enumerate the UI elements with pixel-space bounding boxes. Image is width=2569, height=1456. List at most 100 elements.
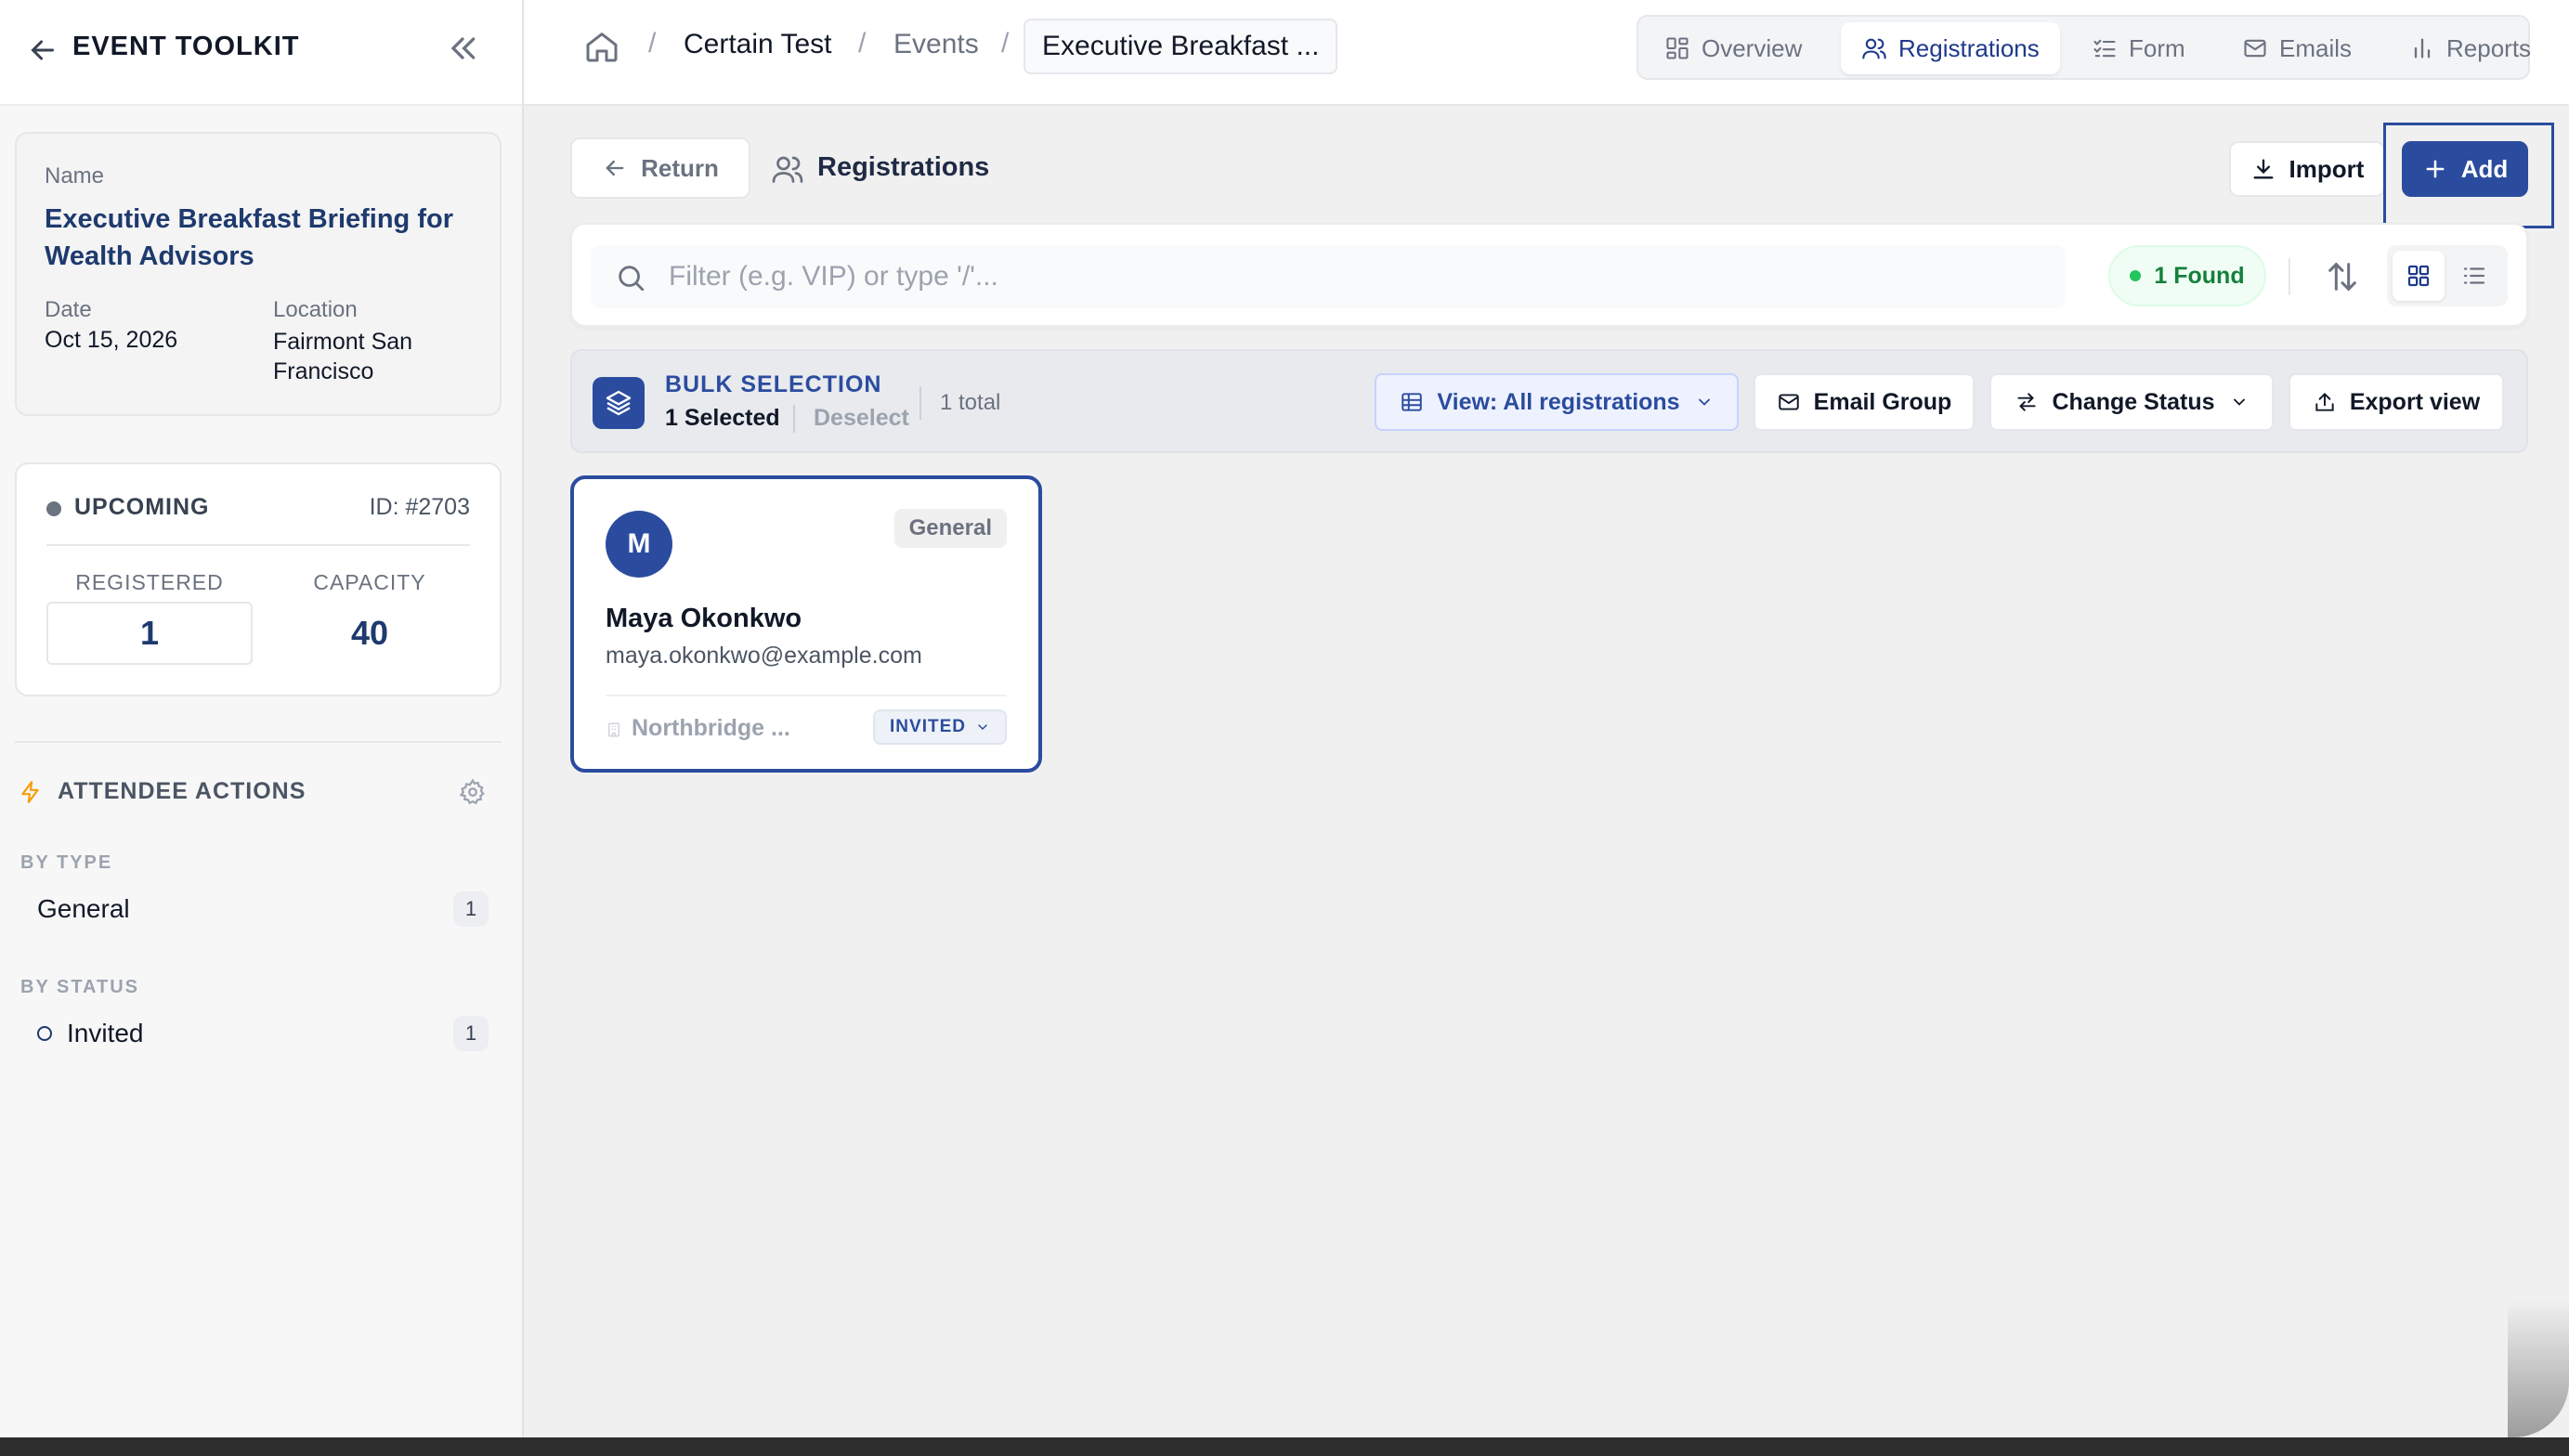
tab-label: Registrations [1898, 33, 2040, 62]
tab-registrations[interactable]: Registrations [1841, 22, 2060, 74]
registration-status-dropdown[interactable]: INVITED [873, 709, 1007, 745]
total-count: 1 total [940, 390, 1001, 415]
status-dot [2130, 270, 2142, 281]
sidebar-title: EVENT TOOLKIT [72, 32, 300, 61]
chevron-down-icon [1698, 398, 1710, 406]
bulk-selection-bar: BULK SELECTION 1 Selected Deselect 1 tot… [570, 349, 2528, 453]
users-icon [771, 152, 804, 186]
section-title: Registrations [817, 152, 990, 182]
view-selector-label: View: All registrations [1437, 388, 1680, 415]
export-view-label: Export view [2349, 388, 2481, 415]
tab-emails[interactable]: Emails [2222, 22, 2372, 74]
tab-label: Emails [2279, 33, 2353, 62]
grid-view-button[interactable] [2393, 251, 2445, 301]
list-view-button[interactable] [2448, 251, 2500, 301]
event-location-label: Location [273, 297, 358, 322]
tab-reports[interactable]: Reports [2389, 22, 2551, 74]
sidebar: EVENT TOOLKIT Name Executive Breakfast B… [0, 0, 524, 1437]
by-type-label: BY TYPE [20, 852, 113, 873]
breadcrumb-separator: / [648, 28, 657, 58]
table-icon [1402, 393, 1423, 411]
event-date-label: Date [45, 297, 92, 322]
add-label: Add [2460, 154, 2509, 183]
bulk-title: BULK SELECTION [665, 371, 882, 397]
registration-type-badge: General [893, 509, 1007, 548]
breadcrumb-certain-test[interactable]: Certain Test [684, 29, 832, 60]
attendee-organization: Northbridge ... [632, 715, 790, 741]
arrow-left-icon [606, 160, 624, 176]
sort-icon[interactable] [2324, 258, 2361, 295]
divider [46, 544, 470, 546]
registration-card[interactable]: M General Maya Okonkwo maya.okonkwo@exam… [570, 475, 1042, 773]
bar-chart-icon [2414, 38, 2431, 58]
status-ring-icon [37, 1026, 52, 1041]
type-filter-label: General [37, 894, 130, 923]
event-id: ID: #2703 [369, 494, 470, 520]
import-label: Import [2289, 154, 2365, 183]
building-icon [606, 721, 622, 739]
view-mode-toggle [2387, 245, 2508, 306]
tab-overview[interactable]: Overview [1644, 22, 1822, 74]
chevron-down-icon [978, 724, 987, 731]
avatar: M [606, 511, 672, 578]
return-label: Return [641, 153, 719, 182]
change-status-label: Change Status [2052, 388, 2215, 415]
type-filter-count: 1 [453, 891, 489, 927]
download-icon [2253, 159, 2274, 179]
status-filter-count: 1 [453, 1016, 489, 1051]
tab-label: Reports [2446, 33, 2532, 62]
status-dot [46, 501, 61, 516]
registered-label: REGISTERED [75, 570, 224, 594]
attendee-email: maya.okonkwo@example.com [606, 643, 922, 669]
export-view-button[interactable]: Export view [2289, 373, 2504, 431]
import-button[interactable]: Import [2229, 141, 2385, 197]
breadcrumb-separator: / [1001, 28, 1010, 58]
event-location: Fairmont San Francisco [273, 329, 413, 384]
return-button[interactable]: Return [570, 137, 750, 199]
gear-icon[interactable] [459, 778, 487, 806]
checklist-icon [2093, 39, 2116, 58]
breadcrumb-current-event[interactable]: Executive Breakfast ... [1024, 19, 1337, 74]
grid-icon [2407, 265, 2430, 287]
section-tabs: Overview Registrations Form Emails Repor… [1637, 15, 2531, 80]
arrow-left-icon[interactable] [26, 33, 59, 67]
list-icon [2463, 267, 2485, 284]
email-group-button[interactable]: Email Group [1754, 373, 1975, 431]
tab-label: Overview [1702, 33, 1803, 62]
view-selector-button[interactable]: View: All registrations [1375, 373, 1739, 431]
deselect-link[interactable]: Deselect [814, 405, 909, 432]
tab-label: Form [2129, 33, 2185, 62]
by-status-label: BY STATUS [20, 977, 140, 997]
email-group-label: Email Group [1813, 388, 1952, 415]
status-filter-label: Invited [67, 1019, 144, 1047]
capacity-count: 40 [350, 614, 389, 652]
status-filter-invited[interactable]: Invited 1 [20, 1010, 489, 1057]
layers-icon [593, 377, 645, 429]
mail-icon [1778, 394, 1799, 410]
collapse-sidebar-icon[interactable] [444, 30, 481, 67]
found-badge: 1 Found [2108, 245, 2266, 306]
change-status-button[interactable]: Change Status [1989, 373, 2274, 431]
mail-icon [2244, 39, 2266, 58]
event-name-label: Name [45, 163, 105, 188]
search-input[interactable] [669, 254, 2043, 299]
attendee-name: Maya Okonkwo [606, 604, 802, 633]
event-status: UPCOMING [74, 494, 210, 520]
breadcrumb-events[interactable]: Events [893, 29, 979, 60]
divider [15, 741, 502, 743]
add-button[interactable]: Add [2402, 141, 2528, 197]
search-field [591, 245, 2066, 308]
event-stats-card: UPCOMING ID: #2703 REGISTERED CAPACITY 1… [15, 462, 502, 696]
search-icon [615, 262, 646, 293]
plus-icon [2426, 160, 2445, 178]
chevron-down-icon [2233, 398, 2245, 406]
grid-icon [1666, 37, 1689, 59]
lightning-icon [19, 778, 43, 806]
tab-form[interactable]: Form [2071, 22, 2206, 74]
home-icon[interactable] [583, 28, 620, 65]
divider [2289, 258, 2290, 295]
type-filter-general[interactable]: General 1 [20, 886, 489, 932]
upload-icon [2315, 392, 2334, 411]
divider [606, 695, 1007, 696]
top-bar: / Certain Test / Events / Executive Brea… [524, 0, 2569, 106]
